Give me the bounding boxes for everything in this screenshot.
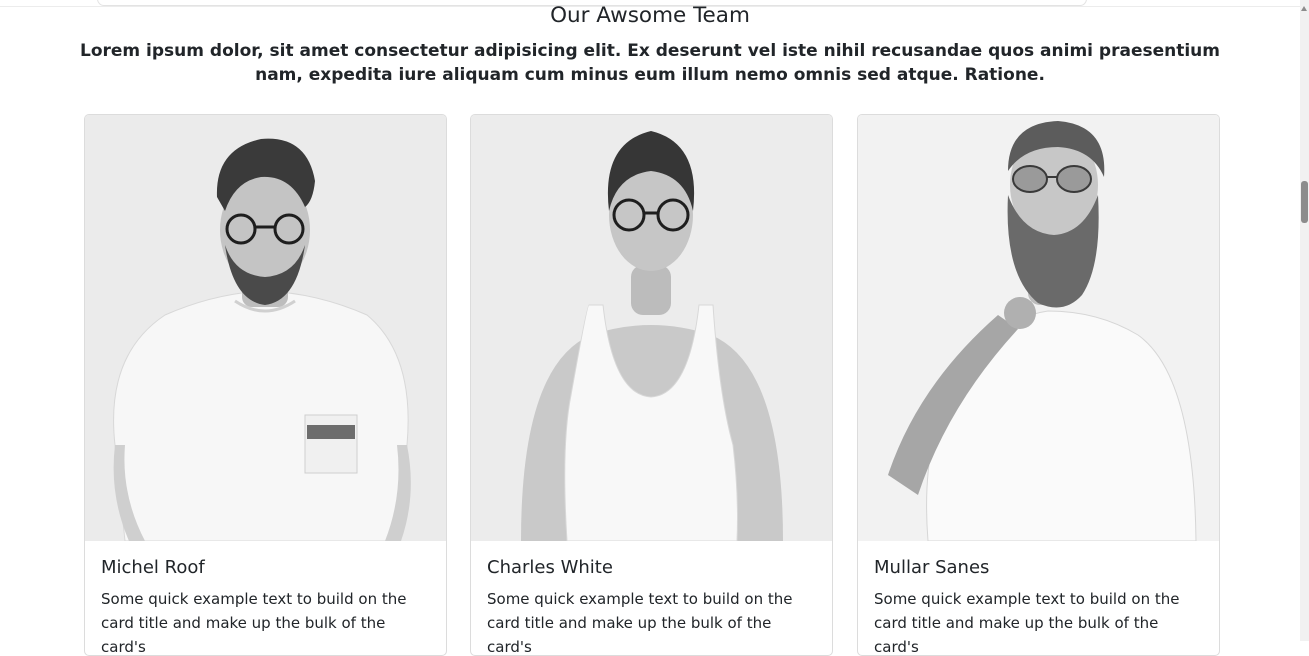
scroll-up-arrow-icon[interactable] [1301, 6, 1307, 11]
vertical-scrollbar[interactable] [1300, 0, 1309, 641]
scrollbar-thumb[interactable] [1301, 181, 1308, 223]
team-card: Charles White Some quick example text to… [470, 114, 833, 656]
section-title: Our Awsome Team [550, 3, 750, 28]
team-member-photo [858, 115, 1219, 541]
card-body: Michel Roof Some quick example text to b… [85, 541, 446, 656]
card-body: Mullar Sanes Some quick example text to … [858, 541, 1219, 656]
team-card: Michel Roof Some quick example text to b… [84, 114, 447, 656]
section-subtitle: Lorem ipsum dolor, sit amet consectetur … [80, 41, 1220, 85]
team-member-photo [471, 115, 832, 541]
team-member-name: Mullar Sanes [874, 557, 990, 578]
team-member-description: Some quick example text to build on the … [874, 590, 1180, 656]
team-member-description: Some quick example text to build on the … [487, 590, 793, 656]
card-body: Charles White Some quick example text to… [471, 541, 832, 656]
team-member-name: Michel Roof [101, 557, 205, 578]
team-member-photo [85, 115, 446, 541]
team-member-description: Some quick example text to build on the … [101, 590, 407, 656]
team-member-name: Charles White [487, 557, 613, 578]
team-card: Mullar Sanes Some quick example text to … [857, 114, 1220, 656]
